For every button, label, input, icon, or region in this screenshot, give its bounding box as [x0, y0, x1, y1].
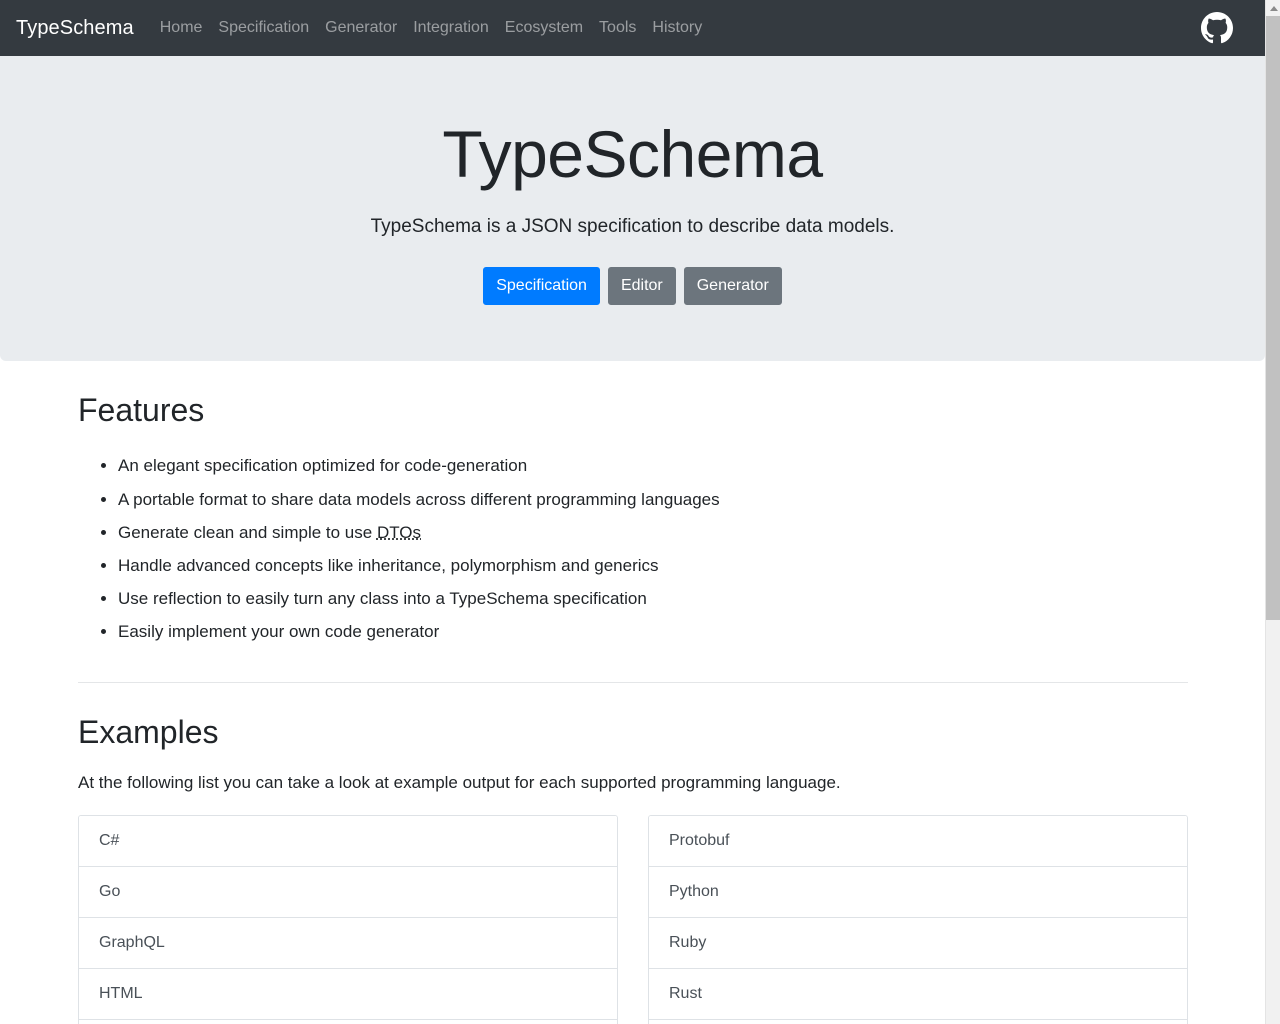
scroll-up-arrow-icon[interactable] [1266, 0, 1280, 16]
examples-description: At the following list you can take a loo… [78, 772, 841, 792]
language-list-right: Protobuf Python Ruby Rust Swift [648, 815, 1188, 1024]
generator-button[interactable]: Generator [683, 267, 782, 306]
triangle-up-icon [1269, 5, 1278, 11]
feature-item: Generate clean and simple to use DTOs [118, 516, 1188, 549]
examples-section: Examples At the following list you can t… [78, 683, 1188, 1024]
nav-link-tools[interactable]: Tools [591, 11, 644, 44]
dto-abbreviation: DTOs [376, 522, 422, 542]
feature-item: Handle advanced concepts like inheritanc… [118, 549, 1188, 582]
page-root: TypeSchema Home Specification Generator … [0, 0, 1280, 1024]
feature-text: A portable format to share data models a… [118, 489, 720, 509]
feature-text-prefix: Generate clean and simple to use [118, 522, 377, 542]
list-item[interactable]: Python [649, 867, 1187, 919]
hero-lead-text: TypeSchema is a JSON specification to de… [370, 215, 895, 237]
list-item[interactable]: C# [79, 816, 617, 868]
nav-item-history: History [644, 19, 710, 37]
examples-columns: C# Go GraphQL HTML Java Protobuf Python … [78, 815, 1188, 1024]
nav-link-home[interactable]: Home [152, 11, 211, 44]
nav-item-tools: Tools [591, 19, 644, 37]
scrollbar-thumb[interactable] [1266, 16, 1280, 620]
language-list-left: C# Go GraphQL HTML Java [78, 815, 618, 1024]
main-content: Features An elegant specification optimi… [78, 361, 1188, 1024]
editor-button[interactable]: Editor [607, 267, 676, 306]
list-item[interactable]: Java [79, 1020, 617, 1024]
nav-item-generator: Generator [317, 19, 405, 37]
nav-item-integration: Integration [405, 19, 497, 37]
nav-link-history[interactable]: History [644, 11, 710, 44]
nav-link-ecosystem[interactable]: Ecosystem [497, 11, 591, 44]
feature-text: Easily implement your own code generator [118, 622, 440, 642]
navbar-brand[interactable]: TypeSchema [16, 18, 134, 38]
feature-item: Easily implement your own code generator [118, 615, 1188, 648]
navbar-right [1201, 12, 1249, 44]
examples-heading: Examples [78, 714, 219, 751]
list-item[interactable]: Rust [649, 969, 1187, 1021]
page-title: TypeSchema [442, 117, 823, 191]
nav-link-generator[interactable]: Generator [317, 11, 405, 44]
features-heading: Features [78, 392, 205, 429]
feature-text: Use reflection to easily turn any class … [118, 589, 647, 609]
feature-text: An elegant specification optimized for c… [118, 456, 528, 476]
list-item[interactable]: Protobuf [649, 816, 1187, 868]
feature-item: Use reflection to easily turn any class … [118, 582, 1188, 615]
nav-item-ecosystem: Ecosystem [497, 19, 591, 37]
feature-text: Handle advanced concepts like inheritanc… [118, 555, 659, 575]
nav-link-integration[interactable]: Integration [405, 11, 497, 44]
navbar-nav: Home Specification Generator Integration… [152, 19, 710, 37]
feature-item: An elegant specification optimized for c… [118, 449, 1188, 482]
specification-button[interactable]: Specification [483, 267, 600, 306]
github-icon[interactable] [1201, 12, 1233, 44]
list-item[interactable]: Swift [649, 1020, 1187, 1024]
list-item[interactable]: GraphQL [79, 918, 617, 970]
list-item[interactable]: HTML [79, 969, 617, 1021]
nav-link-specification[interactable]: Specification [210, 11, 317, 44]
list-item[interactable]: Go [79, 867, 617, 919]
list-item[interactable]: Ruby [649, 918, 1187, 970]
examples-left-column: C# Go GraphQL HTML Java [78, 815, 618, 1024]
examples-right-column: Protobuf Python Ruby Rust Swift [648, 815, 1188, 1024]
features-list: An elegant specification optimized for c… [78, 449, 1188, 648]
nav-item-specification: Specification [210, 19, 317, 37]
top-navbar: TypeSchema Home Specification Generator … [0, 0, 1265, 56]
vertical-scrollbar[interactable] [1265, 0, 1280, 1024]
nav-item-home: Home [152, 19, 211, 37]
hero-button-group: Specification Editor Generator [16, 267, 1249, 306]
hero-section: TypeSchema TypeSchema is a JSON specific… [0, 56, 1265, 362]
features-section: Features An elegant specification optimi… [78, 361, 1188, 648]
feature-item: A portable format to share data models a… [118, 483, 1188, 516]
